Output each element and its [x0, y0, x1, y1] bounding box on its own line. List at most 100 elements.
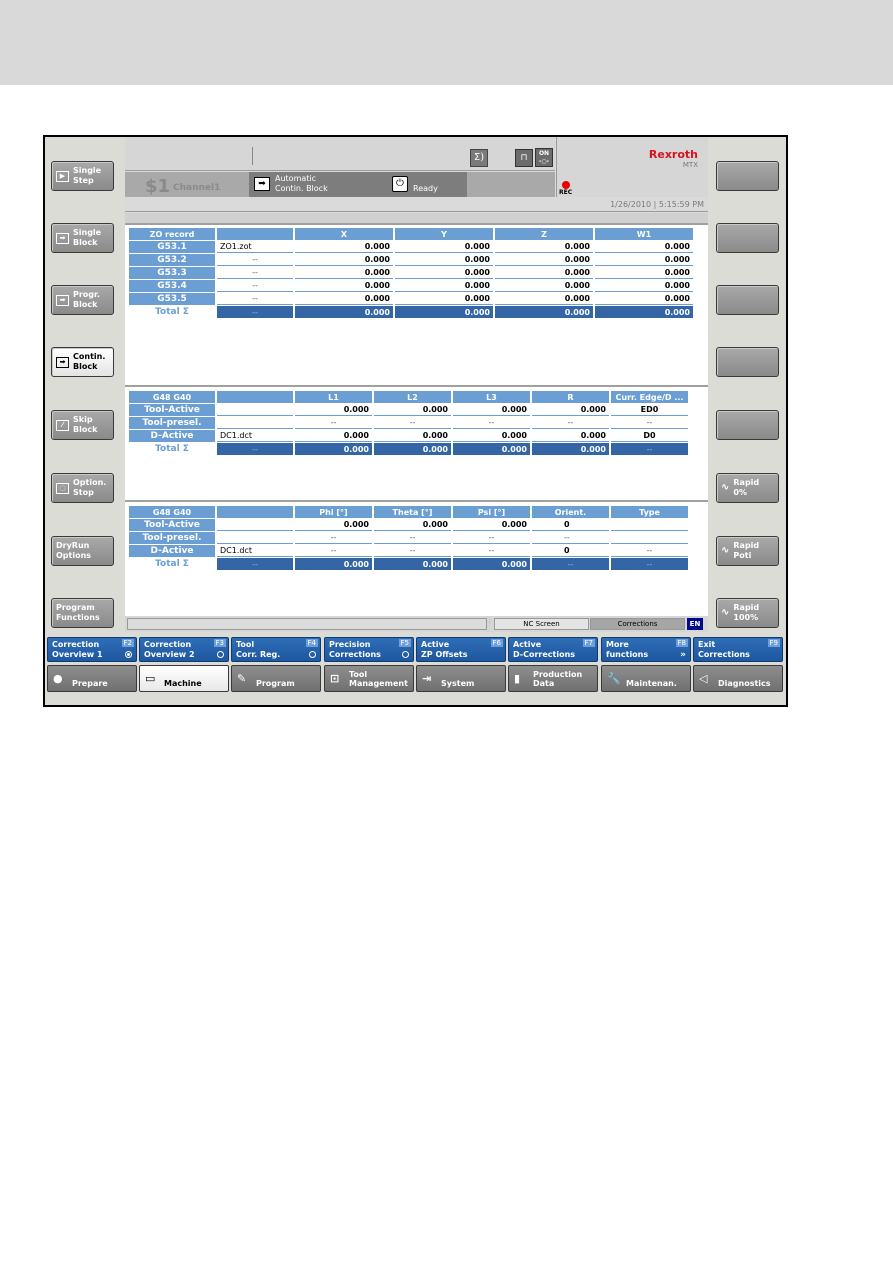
single-step-button[interactable]: ▶ Single Step: [51, 161, 114, 191]
nav-machine[interactable]: ▭ Machine: [139, 665, 229, 692]
orientation-table: G48 G40 Phi [°] Theta [°] Psi [°] Orient…: [127, 505, 690, 571]
datetime-bar: 1/26/2010 | 5:15:59 PM: [125, 198, 708, 212]
brand-logo: Rexroth: [648, 148, 698, 161]
tool-corr-reg-button[interactable]: Tool Corr. Reg. F4: [231, 637, 321, 662]
system-icon: ⇥: [422, 672, 432, 685]
channel-name: Channel1: [173, 183, 221, 193]
right-softkey-column: ∿ Rapid 0% ∿ Rapid Poti ∿ Rapid 100%: [710, 137, 790, 633]
right-softkey-5[interactable]: [716, 410, 779, 440]
tool-management-icon: ⊡: [330, 672, 340, 685]
table-row[interactable]: G53.1 ZO1.zot 0.000 0.000 0.000 0.000: [129, 241, 693, 253]
tool-correction-panel: G48 G40 L1 L2 L3 R Curr. Edge/D ... Tool…: [125, 388, 708, 502]
table-header: ZO record X Y Z W1: [129, 228, 693, 240]
progr-block-icon: ➡: [56, 294, 69, 306]
sigma-icon[interactable]: Σ): [470, 149, 488, 167]
lock-icon[interactable]: ⊓: [515, 149, 533, 167]
right-softkey-2[interactable]: [716, 223, 779, 253]
correction-overview-1-button[interactable]: Correction Overview 1 F2: [47, 637, 137, 662]
brand-area: Rexroth MTX REC: [556, 137, 708, 197]
channel-bar: $1 Channel1 ➡ Automatic Contin. Block ⏻ …: [125, 172, 555, 197]
operating-mode: ➡ Automatic Contin. Block ⏻ Ready: [249, 172, 467, 197]
exit-corrections-button[interactable]: Exit Corrections F9: [693, 637, 783, 662]
speaker-icon: ◁: [699, 672, 708, 685]
right-softkey-4[interactable]: [716, 347, 779, 377]
skip-block-icon: ⁄: [56, 419, 69, 431]
radio-unselected-icon: [309, 651, 316, 658]
active-zp-offsets-button[interactable]: Active ZP Offsets F6: [416, 637, 506, 662]
rapid-0-button[interactable]: ∿ Rapid 0%: [716, 473, 779, 503]
wave-icon: ∿: [721, 607, 730, 618]
single-step-icon: ▶: [56, 170, 69, 182]
prepare-icon: ●: [53, 672, 63, 685]
right-softkey-3[interactable]: [716, 285, 779, 315]
mode-text: Automatic Contin. Block: [275, 174, 328, 193]
active-d-corrections-button[interactable]: Active D-Corrections F7: [508, 637, 598, 662]
single-block-button[interactable]: ➡ Single Block: [51, 223, 114, 253]
more-functions-button[interactable]: More functions F8 »: [601, 637, 691, 662]
table-row[interactable]: G53.3 -- 0.000 0.000 0.000 0.000: [129, 267, 693, 279]
table-row[interactable]: G53.5 -- 0.000 0.000 0.000 0.000: [129, 293, 693, 305]
ready-status: Ready: [413, 184, 438, 193]
status-message: [127, 618, 487, 630]
program-icon: ✎: [237, 672, 247, 685]
table-row[interactable]: D-Active DC1.dct 0.000 0.000 0.000 0.000…: [129, 430, 688, 442]
wave-icon: ∿: [721, 482, 730, 493]
total-row: Total Σ -- 0.000 0.000 0.000 0.000: [129, 306, 693, 318]
table-row[interactable]: Tool-Active 0.000 0.000 0.000 0.000 ED0: [129, 404, 688, 416]
status-bar: ⋮ NC Screen Corrections EN: [125, 616, 708, 632]
table-row[interactable]: Tool-presel. -- -- -- -- --: [129, 417, 688, 429]
table-row[interactable]: G53.4 -- 0.000 0.000 0.000 0.000: [129, 280, 693, 292]
on-switch-icon[interactable]: ON -○-: [535, 148, 553, 167]
nav-system[interactable]: ⇥ System: [416, 665, 506, 692]
hmi-window: ▶ Single Step ➡ Single Block ➡ Progr. Bl…: [43, 135, 788, 707]
table-row[interactable]: D-Active DC1.dct -- -- -- 0 --: [129, 545, 688, 557]
wave-icon: ∿: [721, 545, 730, 556]
precision-corrections-button[interactable]: Precision Corrections F5: [324, 637, 414, 662]
record-icon: [562, 181, 570, 189]
nav-production-data[interactable]: ▮ Production Data: [508, 665, 598, 692]
rapid-100-button[interactable]: ∿ Rapid 100%: [716, 598, 779, 628]
table-header: G48 G40 L1 L2 L3 R Curr. Edge/D ...: [129, 391, 688, 403]
nav-maintenance[interactable]: 🔧 Maintenan.: [601, 665, 691, 692]
power-icon: ⏻: [392, 176, 408, 192]
bar-chart-icon: ▮: [514, 672, 521, 685]
table-row[interactable]: G53.2 -- 0.000 0.000 0.000 0.000: [129, 254, 693, 266]
correction-overview-2-button[interactable]: Correction Overview 2 F3: [139, 637, 229, 662]
program-functions-button[interactable]: Program Functions: [51, 598, 114, 628]
nc-screen-tab[interactable]: NC Screen: [494, 618, 589, 630]
double-chevron-right-icon: »: [680, 650, 686, 660]
splitter-handle[interactable]: ⋮: [487, 618, 493, 630]
progr-block-button[interactable]: ➡ Progr. Block: [51, 285, 114, 315]
contin-block-button[interactable]: ➡ Contin. Block: [51, 347, 114, 377]
rapid-poti-button[interactable]: ∿ Rapid Poti: [716, 536, 779, 566]
language-indicator[interactable]: EN: [687, 618, 703, 630]
table-row[interactable]: Tool-presel. -- -- -- --: [129, 532, 688, 544]
right-softkey-1[interactable]: [716, 161, 779, 191]
message-bar: [125, 213, 708, 225]
option-stop-icon: ◌: [56, 482, 69, 494]
operating-area-bar: ● Prepare ▭ Machine ✎ Program ⊡ Tool Man…: [47, 665, 786, 693]
tool-correction-table: G48 G40 L1 L2 L3 R Curr. Edge/D ... Tool…: [127, 390, 690, 456]
nav-tool-management[interactable]: ⊡ Tool Management: [324, 665, 414, 692]
brand-subtitle: MTX: [682, 161, 698, 169]
table-row[interactable]: Tool-Active 0.000 0.000 0.000 0: [129, 519, 688, 531]
nav-program[interactable]: ✎ Program: [231, 665, 321, 692]
single-block-icon: ➡: [56, 232, 69, 244]
corrections-tab[interactable]: Corrections: [590, 618, 685, 630]
nav-diagnostics[interactable]: ◁ Diagnostics: [693, 665, 783, 692]
header-toolbar: Σ) ⊓ ON -○-: [125, 137, 555, 171]
left-softkey-column: ▶ Single Step ➡ Single Block ➡ Progr. Bl…: [45, 137, 125, 633]
record-label: REC: [559, 189, 573, 196]
table-header: G48 G40 Phi [°] Theta [°] Psi [°] Orient…: [129, 506, 688, 518]
nav-prepare[interactable]: ● Prepare: [47, 665, 137, 692]
machine-icon: ▭: [145, 672, 156, 685]
contin-block-icon: ➡: [56, 356, 69, 368]
orientation-panel: G48 G40 Phi [°] Theta [°] Psi [°] Orient…: [125, 503, 708, 616]
datetime: 1/26/2010 | 5:15:59 PM: [610, 200, 704, 209]
option-stop-button[interactable]: ◌ Option. Stop: [51, 473, 114, 503]
dryrun-options-button[interactable]: DryRun Options: [51, 536, 114, 566]
total-row: Total Σ -- 0.000 0.000 0.000 -- --: [129, 558, 688, 570]
contin-block-icon: ➡: [254, 177, 270, 191]
total-row: Total Σ -- 0.000 0.000 0.000 0.000 --: [129, 443, 688, 455]
skip-block-button[interactable]: ⁄ Skip Block: [51, 410, 114, 440]
